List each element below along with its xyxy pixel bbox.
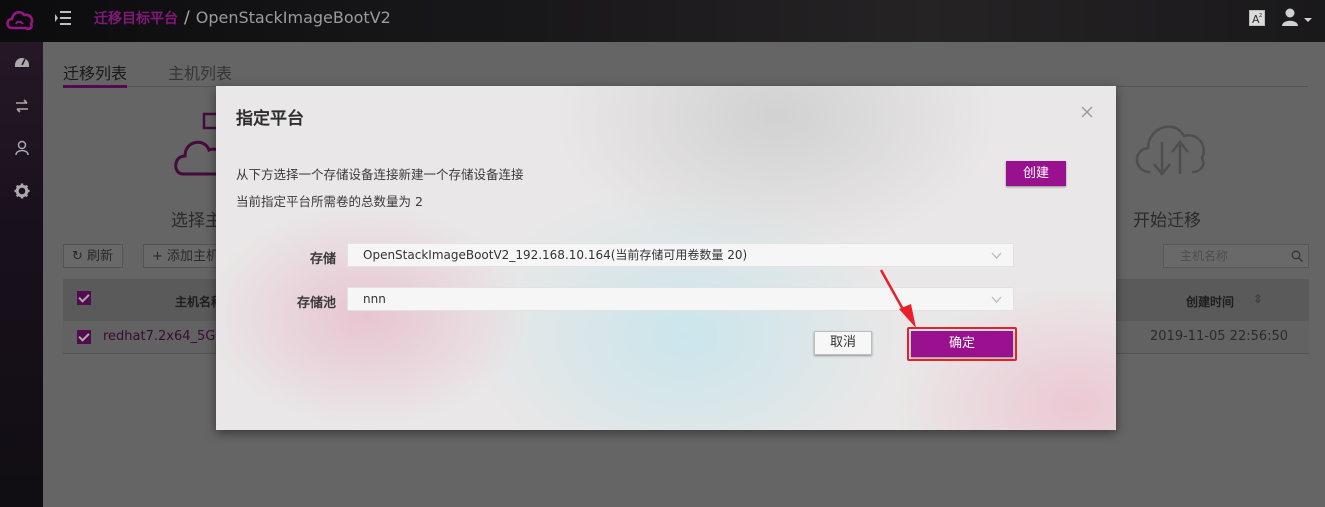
storage-pool-label: 存储池 xyxy=(296,296,336,311)
storage-pool-select-value: nnn xyxy=(363,292,386,306)
arrow-annotation-icon xyxy=(879,269,916,328)
specify-platform-dialog: 指定平台 从下方选择一个存储设备连接新建一个存储设备连接 当前指定平台所需卷的总… xyxy=(216,86,1116,430)
storage-label: 存储 xyxy=(309,252,336,267)
volume-count-text: 当前指定平台所需卷的总数量为 2 xyxy=(236,194,423,209)
close-icon[interactable] xyxy=(1080,105,1094,119)
confirm-button[interactable]: 确定 xyxy=(911,331,1013,357)
chevron-down-icon xyxy=(991,252,1002,259)
dialog-hint: 从下方选择一个存储设备连接新建一个存储设备连接 xyxy=(236,167,524,182)
cancel-button[interactable]: 取消 xyxy=(814,331,872,355)
chevron-down-icon xyxy=(991,296,1002,303)
create-button[interactable]: 创建 xyxy=(1006,161,1066,186)
dialog-title: 指定平台 xyxy=(236,109,304,129)
storage-select-value: OpenStackImageBootV2_192.168.10.164(当前存储… xyxy=(363,248,748,262)
